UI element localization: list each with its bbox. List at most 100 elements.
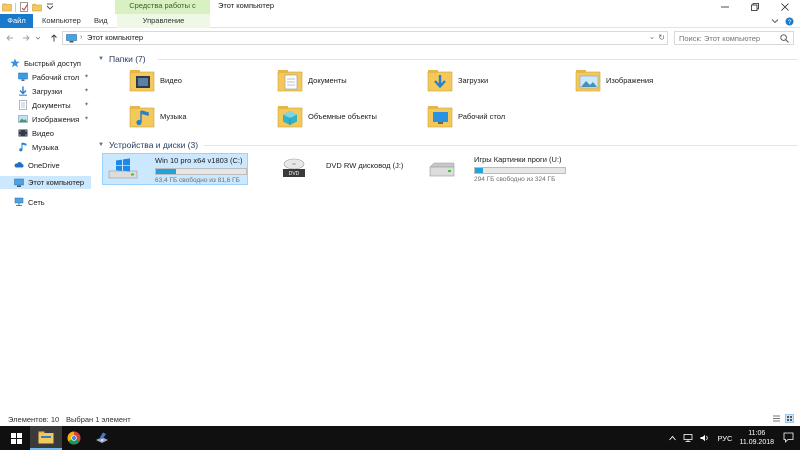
folder-desktop[interactable]: Рабочий стол	[426, 100, 571, 132]
details-view-icon[interactable]	[772, 414, 781, 423]
network-icon[interactable]	[683, 434, 693, 442]
maximize-button[interactable]	[740, 0, 770, 14]
start-button[interactable]	[0, 426, 32, 450]
search-icon	[780, 34, 789, 43]
expand-ribbon-icon[interactable]	[771, 17, 779, 25]
folder-name: Загрузки	[458, 75, 489, 85]
forward-arrow-icon	[23, 35, 30, 41]
refresh-button[interactable]: ↻	[658, 32, 665, 44]
sidebar-item-documents[interactable]: Документы ✦	[0, 98, 95, 112]
sidebar-item-pictures[interactable]: Изображения ✦	[0, 112, 95, 126]
search-input[interactable]	[675, 32, 779, 44]
folder-documents[interactable]: Документы	[276, 64, 421, 96]
sidebar-item-label: Сеть	[28, 197, 45, 207]
video-folder-icon	[129, 70, 155, 92]
drive-u[interactable]: Игры Картинки проги (U:) 294 ГБ свободно…	[422, 153, 568, 185]
pin-icon[interactable]: ✦	[84, 101, 89, 108]
toolbar-separator	[15, 2, 16, 12]
sidebar-item-onedrive[interactable]: OneDrive	[0, 158, 95, 172]
tab-manage[interactable]: Управление	[117, 14, 210, 28]
search-box[interactable]	[674, 31, 794, 45]
sidebar-item-label: Музыка	[32, 142, 59, 152]
up-arrow-icon	[51, 34, 57, 42]
pin-icon[interactable]: ✦	[84, 87, 89, 94]
ribbon-tabs: Файл Компьютер Вид Управление	[0, 14, 800, 28]
music-folder-icon	[129, 106, 155, 128]
clock[interactable]: 11:06 11.09.2018	[739, 429, 774, 447]
drive-c[interactable]: Win 10 pro x64 v1803 (C:) 63,4 ГБ свобод…	[102, 153, 248, 185]
hard-drive-icon	[429, 162, 455, 177]
sidebar-item-quick-access[interactable]: Быстрый доступ	[0, 56, 95, 70]
tiles-view-icon[interactable]	[785, 414, 794, 423]
collapse-icon: ▼	[98, 56, 104, 62]
drive-name: Игры Картинки проги (U:)	[474, 155, 562, 164]
folder-downloads[interactable]: Загрузки	[426, 64, 571, 96]
system-tray: РУС 11:06 11.09.2018	[669, 426, 774, 450]
customize-toolbar-icon[interactable]	[45, 2, 55, 12]
sidebar-item-label: OneDrive	[28, 160, 60, 170]
downloads-icon	[19, 86, 27, 96]
notifications-icon[interactable]	[783, 432, 794, 443]
sidebar-item-desktop[interactable]: Рабочий стол ✦	[0, 70, 95, 84]
tab-computer[interactable]: Компьютер	[36, 14, 87, 28]
clock-time: 11:06	[748, 430, 766, 437]
back-button[interactable]	[4, 31, 16, 45]
path-separator-icon: ›	[80, 34, 83, 41]
restore-icon	[751, 3, 759, 11]
close-button[interactable]	[770, 0, 800, 14]
sidebar-item-network[interactable]: Сеть	[0, 195, 95, 209]
drive-free-space: 294 ГБ свободно из 324 ГБ	[474, 176, 556, 183]
folder-music[interactable]: Музыка	[128, 100, 273, 132]
window-title: Этот компьютер	[218, 1, 275, 10]
forward-button[interactable]	[20, 31, 32, 45]
drives-group-header[interactable]: ▼ Устройства и диски (3)	[98, 138, 198, 152]
tab-file[interactable]: Файл	[0, 14, 33, 28]
folder-name: Объемные объекты	[308, 111, 377, 121]
drive-j[interactable]: DVD DVD RW дисковод (J:)	[274, 153, 420, 185]
sidebar-item-label: Быстрый доступ	[24, 58, 81, 68]
sidebar-item-this-pc[interactable]: Этот компьютер	[0, 176, 91, 189]
sidebar-item-label: Изображения	[32, 114, 80, 124]
new-folder-icon[interactable]	[32, 2, 42, 12]
address-bar[interactable]: › Этот компьютер ⌄ ↻	[62, 31, 668, 45]
sidebar-item-downloads[interactable]: Загрузки ✦	[0, 84, 95, 98]
recent-locations-button[interactable]	[34, 31, 42, 45]
sidebar-item-video[interactable]: Видео	[0, 126, 95, 140]
language-indicator[interactable]: РУС	[717, 434, 732, 443]
collapse-icon: ▼	[98, 142, 104, 148]
computer-icon	[66, 34, 77, 43]
star-icon	[10, 58, 20, 68]
window-controls	[710, 0, 800, 14]
drive-usage-bar	[155, 168, 247, 175]
address-path[interactable]: Этот компьютер	[87, 32, 143, 44]
group-divider	[204, 138, 798, 152]
sidebar-item-label: Видео	[32, 128, 54, 138]
folder-pictures[interactable]: Изображения	[574, 64, 719, 96]
up-button[interactable]	[48, 31, 60, 45]
taskbar-app[interactable]	[86, 426, 118, 450]
help-icon[interactable]: ?	[785, 17, 794, 26]
folder-icon[interactable]	[2, 2, 12, 12]
sidebar-item-label: Документы	[32, 100, 71, 110]
folder-video[interactable]: Видео	[128, 64, 273, 96]
network-icon	[14, 197, 24, 206]
tab-view[interactable]: Вид	[88, 14, 114, 28]
volume-icon[interactable]	[700, 434, 710, 442]
folder-3d-objects[interactable]: Объемные объекты	[276, 100, 421, 132]
folder-name: Видео	[160, 75, 182, 85]
svg-text:DVD: DVD	[289, 171, 300, 177]
properties-icon[interactable]	[19, 2, 29, 12]
desktop-icon	[18, 72, 28, 81]
documents-icon	[19, 100, 27, 110]
address-dropdown-button[interactable]: ⌄	[649, 32, 655, 44]
sidebar-item-music[interactable]: Музыка	[0, 140, 95, 154]
chevron-up-icon[interactable]	[669, 435, 677, 441]
taskbar: РУС 11:06 11.09.2018	[0, 426, 800, 450]
pin-icon[interactable]: ✦	[84, 73, 89, 80]
minimize-button[interactable]	[710, 0, 740, 14]
pin-icon[interactable]: ✦	[84, 115, 89, 122]
quick-access-toolbar	[2, 1, 55, 13]
chrome-icon	[67, 431, 81, 445]
title-bar: Средства работы с дисками Этот компьютер	[0, 0, 800, 22]
downloads-folder-icon	[427, 70, 453, 92]
